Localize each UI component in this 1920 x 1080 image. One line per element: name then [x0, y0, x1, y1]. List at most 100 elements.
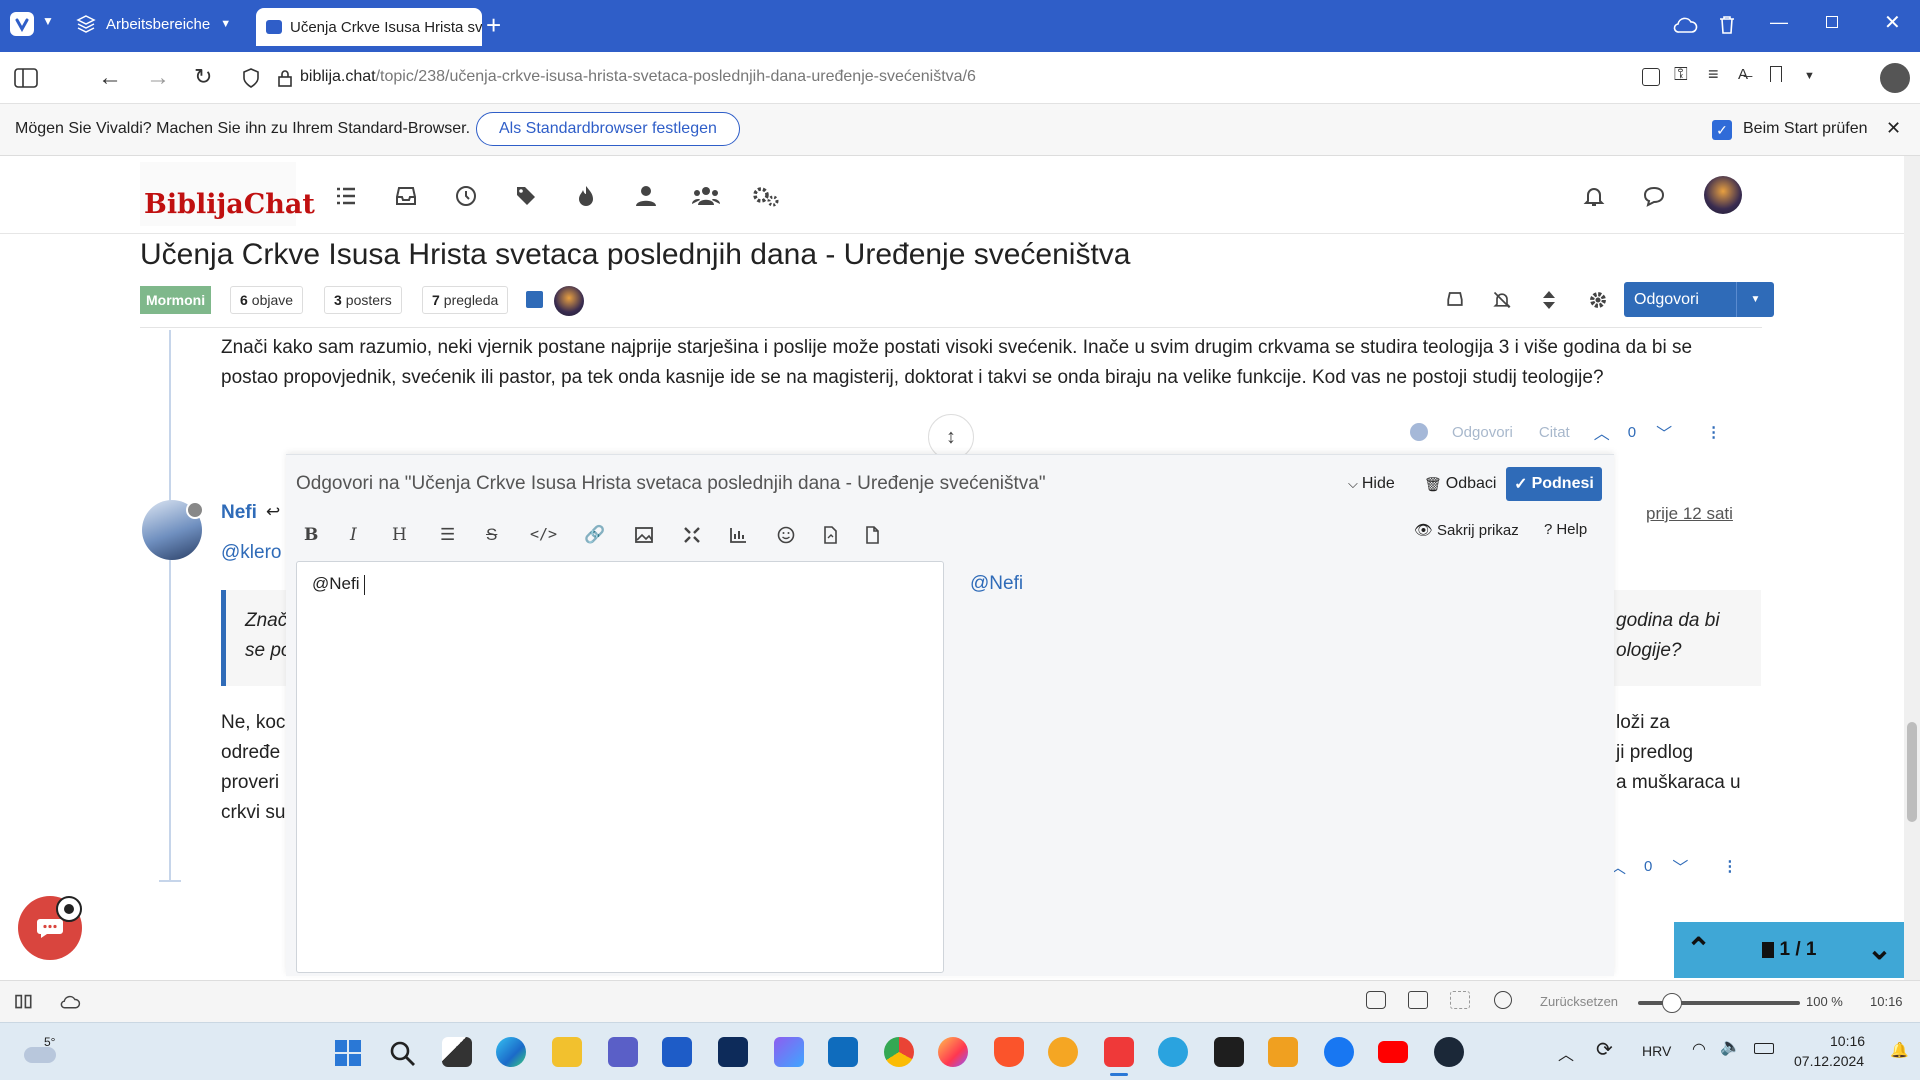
site-logo[interactable]: BiblijaChat	[140, 162, 315, 226]
upload-file-icon[interactable]	[820, 525, 840, 545]
attach-file-icon[interactable]	[862, 525, 882, 545]
composer-textarea[interactable]: @Nefi	[296, 561, 944, 973]
panel-toggle-icon[interactable]	[14, 68, 38, 88]
back-icon[interactable]: ←	[98, 64, 122, 92]
post-timestamp[interactable]: prije 12 sati	[1646, 504, 1733, 524]
sync-icon[interactable]: ⟳	[1596, 1037, 1613, 1062]
code-icon[interactable]: </>	[530, 525, 557, 545]
zoom-reset-button[interactable]: Zurücksetzen	[1540, 994, 1618, 1009]
taskbar-date[interactable]: 07.12.2024	[1794, 1053, 1864, 1069]
trash-icon[interactable]	[1716, 14, 1738, 36]
post-menu-icon[interactable]: ⋮	[1706, 423, 1721, 441]
reader-icon[interactable]: ≡	[1708, 64, 1719, 85]
input-language[interactable]: HRV	[1642, 1043, 1671, 1059]
hide-composer-button[interactable]: ⌵ Hide	[1348, 475, 1395, 493]
post-quote-link[interactable]: Citat	[1539, 424, 1570, 441]
groups-icon[interactable]	[692, 184, 720, 208]
active-tab[interactable]: Učenja Crkve Isusa Hrista svetaca posled…	[256, 8, 482, 46]
user-icon[interactable]	[634, 184, 658, 208]
scrollbar-thumb[interactable]	[1907, 722, 1917, 822]
outlook-icon[interactable]	[828, 1037, 858, 1067]
poll-chart-icon[interactable]	[728, 525, 748, 545]
lock-icon[interactable]	[278, 69, 292, 87]
vivaldi-menu-button[interactable]	[10, 12, 34, 36]
sort-icon[interactable]	[1542, 290, 1556, 310]
new-tab-icon[interactable]: +	[486, 10, 501, 41]
upvote-icon[interactable]: ︿	[1594, 420, 1610, 444]
link-icon[interactable]: 🔗	[584, 525, 605, 545]
heading-icon[interactable]: H	[392, 525, 412, 545]
check-on-start-checkbox[interactable]: ✓	[1712, 120, 1732, 140]
post-reply-link[interactable]: Odgovori	[1452, 424, 1513, 441]
page-actions-icon[interactable]	[1494, 991, 1512, 1009]
tiling-icon[interactable]	[1450, 991, 1470, 1009]
topic-tools-gear-icon[interactable]	[1588, 290, 1608, 310]
store-icon[interactable]	[662, 1037, 692, 1067]
help-button[interactable]: ? Help	[1544, 521, 1587, 538]
translate-icon[interactable]: A̶	[1738, 66, 1748, 83]
firefox-icon[interactable]	[938, 1037, 968, 1067]
screenshot-icon[interactable]	[1366, 991, 1386, 1009]
app-icon[interactable]	[774, 1037, 804, 1067]
volume-icon[interactable]: 🔈	[1720, 1037, 1741, 1057]
discard-button[interactable]: 🗑 Odbaci	[1424, 475, 1496, 493]
steam-icon[interactable]	[1434, 1037, 1464, 1067]
teams-icon[interactable]	[608, 1037, 638, 1067]
topic-reply-button[interactable]: Odgovori ▼	[1624, 282, 1774, 317]
scroll-top-icon[interactable]: ⌃	[1686, 935, 1711, 965]
workspaces-button[interactable]: Arbeitsbereiche ▼	[76, 14, 231, 34]
vivaldi-icon[interactable]	[1104, 1037, 1134, 1067]
panel-toggle-icon[interactable]: ▯▯	[14, 991, 33, 1011]
taskbar-time[interactable]: 10:16	[1830, 1033, 1865, 1049]
battery-icon[interactable]	[1754, 1043, 1774, 1054]
forward-icon[interactable]: →	[146, 64, 170, 92]
close-window-icon[interactable]: ✕	[1884, 10, 1901, 35]
app-icon[interactable]	[1048, 1037, 1078, 1067]
rss-feed-icon[interactable]	[526, 291, 543, 308]
watch-bell-slash-icon[interactable]	[1492, 290, 1512, 310]
close-notice-icon[interactable]: ✕	[1886, 118, 1901, 139]
bold-icon[interactable]: B	[304, 525, 324, 545]
search-icon[interactable]	[388, 1039, 416, 1067]
weather-widget[interactable]: 5°	[24, 1035, 64, 1069]
emoji-icon[interactable]	[776, 525, 796, 545]
downvote-icon[interactable]: ﹀	[1672, 854, 1688, 878]
post-author[interactable]: Nefi	[221, 502, 257, 524]
chats-icon[interactable]	[1642, 184, 1666, 208]
edge-icon[interactable]	[496, 1037, 526, 1067]
set-default-browser-button[interactable]: Als Standardbrowser festlegen	[476, 112, 740, 146]
page-scrollbar[interactable]	[1904, 156, 1920, 980]
url-field[interactable]: biblija.chat/topic/238/učenja-crkve-isus…	[300, 68, 976, 86]
scroll-bottom-icon[interactable]: ⌄	[1867, 935, 1892, 965]
list-icon[interactable]: ☰	[440, 525, 460, 545]
categories-icon[interactable]	[334, 184, 358, 208]
popular-fire-icon[interactable]	[574, 184, 598, 208]
mention-link[interactable]: @klero	[221, 542, 281, 564]
profile-avatar[interactable]	[1880, 63, 1910, 93]
app-icon[interactable]	[1268, 1037, 1298, 1067]
start-icon[interactable]	[334, 1039, 362, 1067]
chevron-down-icon[interactable]: ▼	[1804, 70, 1815, 82]
user-avatar[interactable]	[1704, 176, 1742, 214]
key-icon[interactable]: ⚿	[1674, 64, 1688, 85]
rss-icon[interactable]	[1642, 68, 1660, 86]
image-icon[interactable]	[634, 525, 654, 545]
tray-chevron-up-icon[interactable]: ︿	[1558, 1041, 1574, 1065]
notifications-bell-icon[interactable]	[1582, 184, 1606, 208]
mark-unread-icon[interactable]	[1446, 290, 1464, 308]
cloud-sync-icon[interactable]	[58, 993, 82, 1011]
reload-icon[interactable]: ↻	[194, 64, 212, 90]
submit-button[interactable]: ✓ Podnesi	[1506, 467, 1602, 501]
bookmark-icon[interactable]	[1770, 66, 1782, 82]
chrome-icon[interactable]	[884, 1037, 914, 1067]
expand-icon[interactable]	[682, 525, 702, 545]
recent-clock-icon[interactable]	[454, 184, 478, 208]
downvote-icon[interactable]: ﹀	[1656, 420, 1672, 444]
cloud-sync-icon[interactable]	[1672, 14, 1698, 36]
task-view-icon[interactable]	[442, 1037, 472, 1067]
category-badge[interactable]: Mormoni	[140, 286, 212, 314]
wifi-icon[interactable]: ◠	[1692, 1039, 1706, 1059]
chevron-down-icon[interactable]: ▼	[1736, 282, 1774, 317]
zoom-slider[interactable]	[1638, 993, 1800, 1013]
app-icon[interactable]	[718, 1037, 748, 1067]
